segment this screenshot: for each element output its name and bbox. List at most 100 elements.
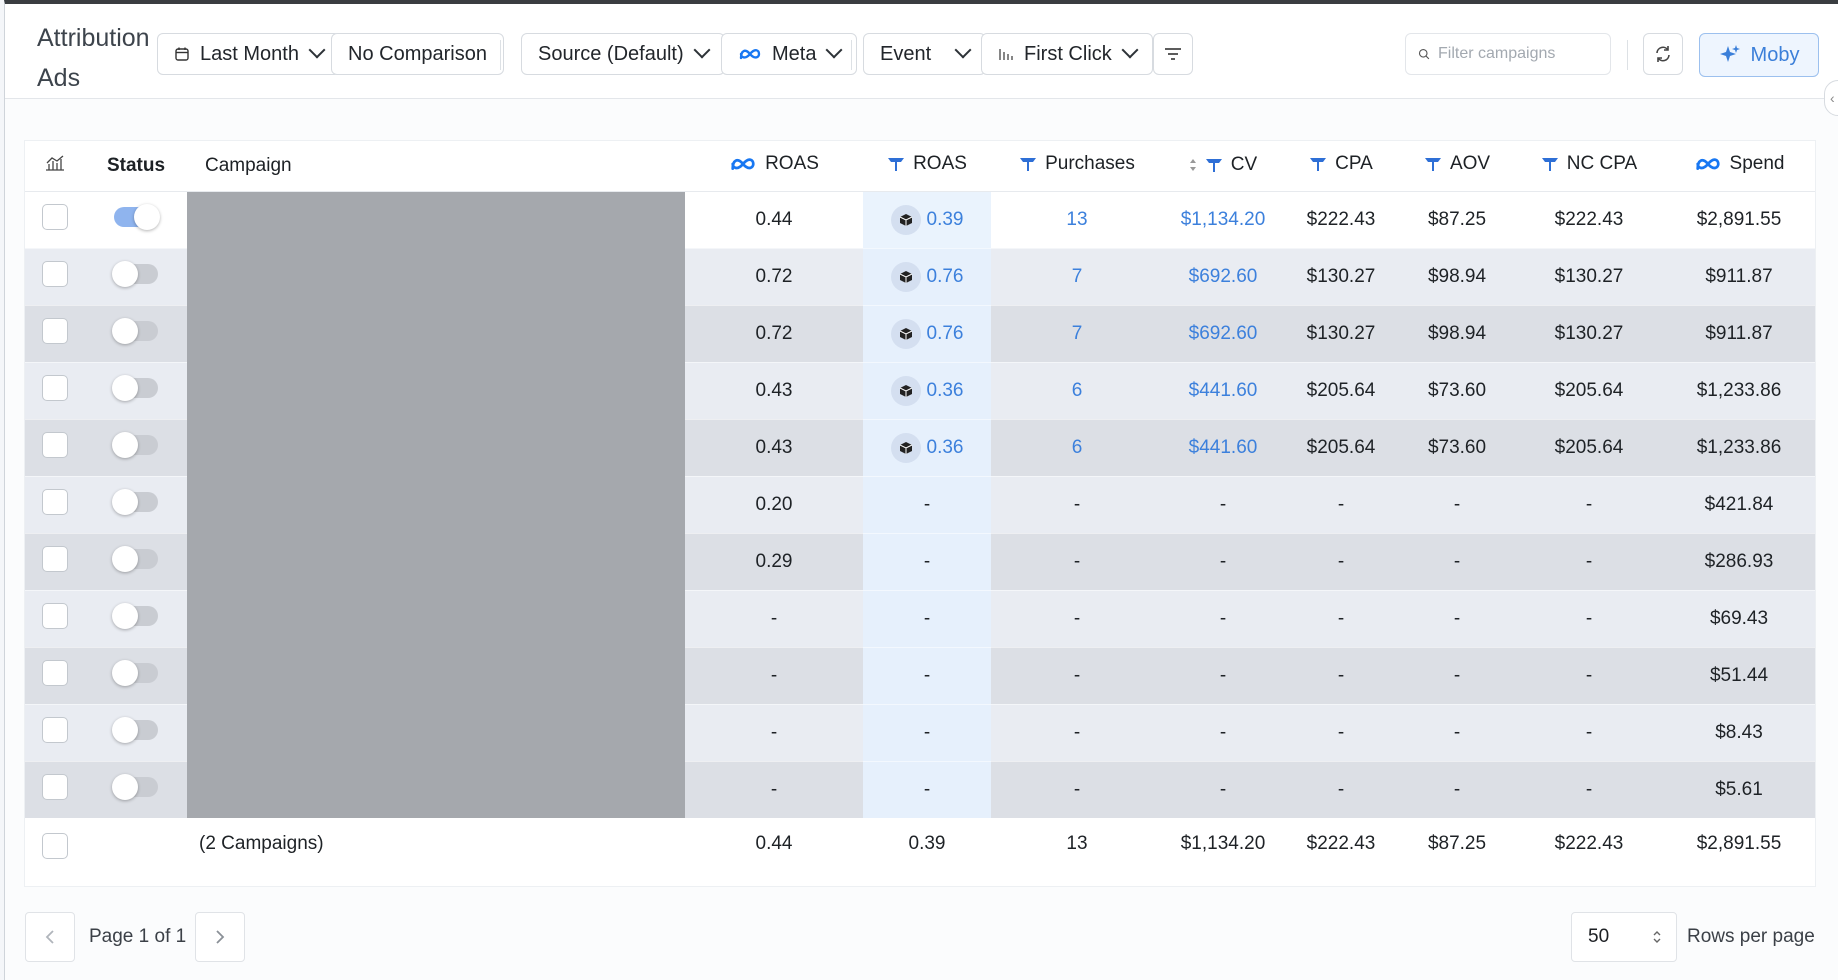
cell-cv: - bbox=[1163, 647, 1283, 705]
row-checkbox[interactable] bbox=[42, 260, 68, 287]
cube-badge bbox=[890, 375, 921, 406]
cell-meta-roas: 0.43 bbox=[685, 362, 863, 420]
moby-button[interactable]: Moby bbox=[1699, 33, 1819, 77]
search-icon bbox=[1418, 48, 1430, 60]
col-purchases[interactable]: Purchases bbox=[991, 141, 1163, 192]
prev-page-button[interactable] bbox=[25, 912, 75, 962]
cell-value: 0.76 bbox=[926, 265, 964, 287]
col-aov[interactable]: AOV bbox=[1399, 141, 1515, 192]
cell-nc-cpa: $130.27 bbox=[1515, 305, 1663, 363]
rows-per-page-value: 50 bbox=[1588, 926, 1610, 947]
cell-aov: $73.60 bbox=[1399, 419, 1515, 477]
chevron-down-icon bbox=[694, 44, 708, 58]
meta-logo-icon bbox=[739, 49, 761, 60]
cell-cpa: $222.43 bbox=[1283, 191, 1399, 249]
status-toggle[interactable] bbox=[112, 602, 158, 629]
cell-value: 0.39 bbox=[926, 208, 964, 230]
status-toggle[interactable] bbox=[112, 716, 158, 743]
cell-roas: 0.76 bbox=[863, 305, 991, 363]
status-toggle[interactable] bbox=[112, 374, 158, 401]
comparison-button[interactable]: No Comparison bbox=[331, 33, 504, 75]
cell-value: - bbox=[1073, 607, 1081, 629]
cell-meta-roas: 0.72 bbox=[685, 305, 863, 363]
row-checkbox[interactable] bbox=[42, 659, 68, 686]
totals-row: (2 Campaigns) 0.44 0.39 13 $1,134.20 $222.43 $… bbox=[25, 818, 1815, 876]
col-meta-roas[interactable]: ROAS bbox=[685, 141, 863, 192]
status-toggle[interactable] bbox=[112, 260, 158, 287]
attribution-model-dropdown[interactable]: First Click bbox=[981, 33, 1153, 75]
col-status[interactable]: Status bbox=[85, 141, 187, 192]
cell-purchases: - bbox=[991, 704, 1163, 762]
date-range-dropdown[interactable]: Last Month bbox=[157, 33, 340, 75]
totals-checkbox[interactable] bbox=[42, 832, 68, 859]
totals-nc-cpa: $222.43 bbox=[1515, 818, 1663, 876]
cell-cpa: $130.27 bbox=[1283, 248, 1399, 306]
row-checkbox[interactable] bbox=[42, 374, 68, 401]
row-checkbox-cell bbox=[25, 476, 85, 534]
totals-purchases: 13 bbox=[991, 818, 1163, 876]
status-toggle[interactable] bbox=[112, 317, 158, 344]
search-input[interactable] bbox=[1438, 45, 1598, 63]
row-checkbox[interactable] bbox=[42, 317, 68, 344]
cell-cv: $441.60 bbox=[1163, 362, 1283, 420]
status-toggle[interactable] bbox=[114, 203, 160, 230]
cell-value: $205.64 bbox=[1554, 436, 1624, 458]
col-nc-cpa[interactable]: NC CPA bbox=[1515, 141, 1663, 192]
refresh-icon bbox=[1656, 46, 1670, 62]
col-spend[interactable]: Spend bbox=[1663, 141, 1815, 192]
cell-value: - bbox=[923, 550, 931, 572]
status-cell bbox=[85, 191, 187, 249]
row-checkbox-cell bbox=[25, 362, 85, 420]
status-toggle[interactable] bbox=[112, 659, 158, 686]
platform-dropdown[interactable]: Meta bbox=[721, 33, 858, 75]
row-checkbox[interactable] bbox=[42, 716, 68, 743]
filter-button[interactable] bbox=[1153, 33, 1193, 75]
cell-value: 7 bbox=[1071, 322, 1083, 344]
row-checkbox[interactable] bbox=[42, 431, 68, 458]
cell-value: - bbox=[770, 721, 778, 743]
column-chart-toggle[interactable] bbox=[25, 141, 85, 192]
cell-value: $441.60 bbox=[1188, 436, 1258, 458]
cell-value: $130.27 bbox=[1306, 265, 1376, 287]
cell-value: - bbox=[1453, 721, 1461, 743]
cell-nc-cpa: $130.27 bbox=[1515, 248, 1663, 306]
next-page-button[interactable] bbox=[195, 912, 245, 962]
moby-label: Moby bbox=[1750, 43, 1800, 66]
row-checkbox[interactable] bbox=[42, 545, 68, 572]
cell-value: $205.64 bbox=[1306, 379, 1376, 401]
status-toggle[interactable] bbox=[112, 431, 158, 458]
cell-value: $130.27 bbox=[1306, 322, 1376, 344]
status-toggle[interactable] bbox=[112, 773, 158, 800]
status-cell bbox=[85, 476, 187, 534]
event-dropdown[interactable]: Event bbox=[863, 33, 987, 75]
row-checkbox[interactable] bbox=[42, 602, 68, 629]
bar-chart-icon bbox=[999, 49, 1013, 60]
source-dropdown[interactable]: Source (Default) bbox=[521, 33, 725, 75]
col-roas[interactable]: ROAS bbox=[863, 141, 991, 192]
status-toggle[interactable] bbox=[112, 488, 158, 515]
row-checkbox[interactable] bbox=[42, 203, 68, 230]
chevron-down-icon bbox=[826, 44, 840, 58]
cell-cpa: $130.27 bbox=[1283, 305, 1399, 363]
status-toggle[interactable] bbox=[112, 545, 158, 572]
search-box[interactable] bbox=[1405, 33, 1611, 75]
col-cv[interactable]: CV bbox=[1163, 141, 1283, 192]
cell-value: - bbox=[1585, 778, 1593, 800]
cell-value: - bbox=[923, 607, 931, 629]
totals-checkbox-cell bbox=[25, 818, 85, 876]
table-row[interactable]: 0.44 0.39 13 $1,134.20 $222.43 $87.25 $222.43 $… bbox=[25, 191, 1815, 819]
status-cell bbox=[85, 248, 187, 306]
col-cpa[interactable]: CPA bbox=[1283, 141, 1399, 192]
side-panel-toggle[interactable]: ‹ bbox=[1824, 80, 1838, 116]
row-checkbox[interactable] bbox=[42, 773, 68, 800]
cell-value: $2,891.55 bbox=[1696, 208, 1782, 230]
platform-label: Meta bbox=[772, 42, 817, 65]
col-campaign[interactable]: Campaign bbox=[187, 141, 685, 192]
row-checkbox[interactable] bbox=[42, 488, 68, 515]
rows-per-page-select[interactable]: 50 bbox=[1571, 912, 1677, 962]
refresh-button[interactable] bbox=[1643, 33, 1683, 75]
cell-value: - bbox=[770, 664, 778, 686]
triple-whale-icon bbox=[1020, 158, 1037, 172]
cell-spend: $1,233.86 bbox=[1663, 362, 1815, 420]
cube-icon bbox=[899, 384, 912, 397]
